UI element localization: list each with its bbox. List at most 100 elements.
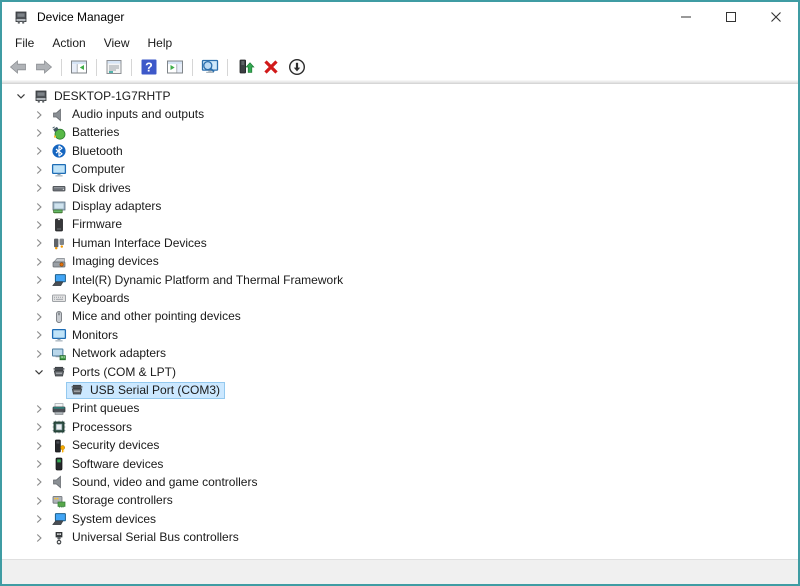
tree-item-content[interactable]: Processors — [48, 419, 137, 436]
tree-item-content[interactable]: Software devices — [48, 456, 168, 473]
tree-item[interactable]: Print queues — [2, 400, 798, 418]
close-button[interactable] — [753, 2, 798, 32]
tree-item[interactable]: Storage controllers — [2, 492, 798, 510]
chevron-collapsed-icon[interactable] — [30, 179, 48, 197]
tree-item-content[interactable]: Bluetooth — [48, 143, 128, 160]
update-driver-button[interactable] — [233, 55, 257, 79]
chevron-collapsed-icon[interactable] — [30, 510, 48, 528]
tree-item-content[interactable]: Firmware — [48, 216, 127, 233]
tree-item-content[interactable]: Storage controllers — [48, 492, 178, 509]
tree-item-label: Universal Serial Bus controllers — [72, 529, 239, 546]
tree-item[interactable]: Monitors — [2, 326, 798, 344]
tree-item[interactable]: Display adapters — [2, 197, 798, 215]
chevron-collapsed-icon[interactable] — [30, 106, 48, 124]
tree-item-label: Storage controllers — [72, 492, 173, 509]
imaging-device-icon — [51, 254, 67, 270]
chevron-expanded-icon[interactable] — [30, 363, 48, 381]
tree-item[interactable]: Universal Serial Bus controllers — [2, 528, 798, 546]
chevron-collapsed-icon[interactable] — [30, 198, 48, 216]
tree-item-content[interactable]: Intel(R) Dynamic Platform and Thermal Fr… — [48, 272, 348, 289]
tree-item-content[interactable]: Batteries — [48, 124, 124, 141]
tree-item-label: DESKTOP-1G7RHTP — [54, 88, 170, 105]
minimize-button[interactable] — [663, 2, 708, 32]
tree-item[interactable]: Processors — [2, 418, 798, 436]
serial-port-icon — [51, 364, 67, 380]
chevron-collapsed-icon[interactable] — [30, 216, 48, 234]
scan-hardware-changes-button[interactable] — [198, 55, 222, 79]
menu-view[interactable]: View — [95, 32, 139, 54]
tree-item[interactable]: Ports (COM & LPT) — [2, 363, 798, 381]
chevron-placeholder — [48, 381, 66, 399]
tree-item[interactable]: Network adapters — [2, 344, 798, 362]
chevron-collapsed-icon[interactable] — [30, 308, 48, 326]
chevron-collapsed-icon[interactable] — [30, 234, 48, 252]
tree-item-content[interactable]: Sound, video and game controllers — [48, 474, 262, 491]
chevron-collapsed-icon[interactable] — [30, 271, 48, 289]
chevron-expanded-icon[interactable] — [12, 87, 30, 105]
tree-item[interactable]: Bluetooth — [2, 142, 798, 160]
tree-item[interactable]: Firmware — [2, 216, 798, 234]
tree-item-content[interactable]: Universal Serial Bus controllers — [48, 529, 244, 546]
chevron-collapsed-icon[interactable] — [30, 455, 48, 473]
tree-item[interactable]: Software devices — [2, 455, 798, 473]
tree-item-content[interactable]: Network adapters — [48, 345, 171, 362]
tree-item[interactable]: System devices — [2, 510, 798, 528]
chevron-collapsed-icon[interactable] — [30, 492, 48, 510]
show-console-tree-button[interactable] — [67, 55, 91, 79]
tree-item-content[interactable]: Mice and other pointing devices — [48, 308, 246, 325]
chevron-collapsed-icon[interactable] — [30, 326, 48, 344]
chevron-collapsed-icon[interactable] — [30, 529, 48, 547]
menu-file[interactable]: File — [6, 32, 43, 54]
tree-item-content[interactable]: Print queues — [48, 400, 144, 417]
uninstall-device-button[interactable] — [259, 55, 283, 79]
tree-item[interactable]: Computer — [2, 161, 798, 179]
tree-item[interactable]: Mice and other pointing devices — [2, 308, 798, 326]
menu-help[interactable]: Help — [139, 32, 182, 54]
tree-item-content[interactable]: Monitors — [48, 327, 123, 344]
chevron-collapsed-icon[interactable] — [30, 289, 48, 307]
disable-device-button[interactable] — [285, 55, 309, 79]
tree-item-content[interactable]: System devices — [48, 511, 161, 528]
chevron-collapsed-icon[interactable] — [30, 142, 48, 160]
maximize-button[interactable] — [708, 2, 753, 32]
chevron-collapsed-icon[interactable] — [30, 124, 48, 142]
tree-item-content[interactable]: USB Serial Port (COM3) — [66, 382, 225, 399]
tree-item-content[interactable]: Audio inputs and outputs — [48, 106, 209, 123]
tree-item[interactable]: Sound, video and game controllers — [2, 473, 798, 491]
tree-item-content[interactable]: Imaging devices — [48, 253, 164, 270]
tree-item-content[interactable]: Keyboards — [48, 290, 134, 307]
tree-item[interactable]: Disk drives — [2, 179, 798, 197]
tree-item[interactable]: DESKTOP-1G7RHTP — [2, 87, 798, 105]
tree-item[interactable]: Batteries — [2, 124, 798, 142]
forward-button[interactable] — [32, 55, 56, 79]
tree-item-content[interactable]: Security devices — [48, 437, 164, 454]
back-button[interactable] — [6, 55, 30, 79]
system-device-icon — [51, 511, 67, 527]
tree-item-content[interactable]: Human Interface Devices — [48, 235, 212, 252]
tree-item-content[interactable]: Disk drives — [48, 180, 136, 197]
menu-action[interactable]: Action — [43, 32, 94, 54]
chevron-collapsed-icon[interactable] — [30, 253, 48, 271]
tree-item[interactable]: Human Interface Devices — [2, 234, 798, 252]
chevron-collapsed-icon[interactable] — [30, 473, 48, 491]
chevron-collapsed-icon[interactable] — [30, 437, 48, 455]
properties-button[interactable] — [102, 55, 126, 79]
chevron-collapsed-icon[interactable] — [30, 161, 48, 179]
tree-item[interactable]: USB Serial Port (COM3) — [2, 381, 798, 399]
help-button[interactable]: ? — [137, 55, 161, 79]
show-action-pane-button[interactable] — [163, 55, 187, 79]
chevron-collapsed-icon[interactable] — [30, 400, 48, 418]
tree-item[interactable]: Security devices — [2, 436, 798, 454]
tree-item[interactable]: Keyboards — [2, 289, 798, 307]
tree-item[interactable]: Imaging devices — [2, 253, 798, 271]
chevron-collapsed-icon[interactable] — [30, 345, 48, 363]
tree-item-label: Display adapters — [72, 198, 161, 215]
speaker-icon — [51, 107, 67, 123]
tree-item-content[interactable]: DESKTOP-1G7RHTP — [30, 88, 175, 105]
tree-item-content[interactable]: Computer — [48, 161, 130, 178]
tree-item[interactable]: Intel(R) Dynamic Platform and Thermal Fr… — [2, 271, 798, 289]
tree-item[interactable]: Audio inputs and outputs — [2, 105, 798, 123]
tree-item-content[interactable]: Ports (COM & LPT) — [48, 364, 181, 381]
chevron-collapsed-icon[interactable] — [30, 418, 48, 436]
tree-item-content[interactable]: Display adapters — [48, 198, 166, 215]
